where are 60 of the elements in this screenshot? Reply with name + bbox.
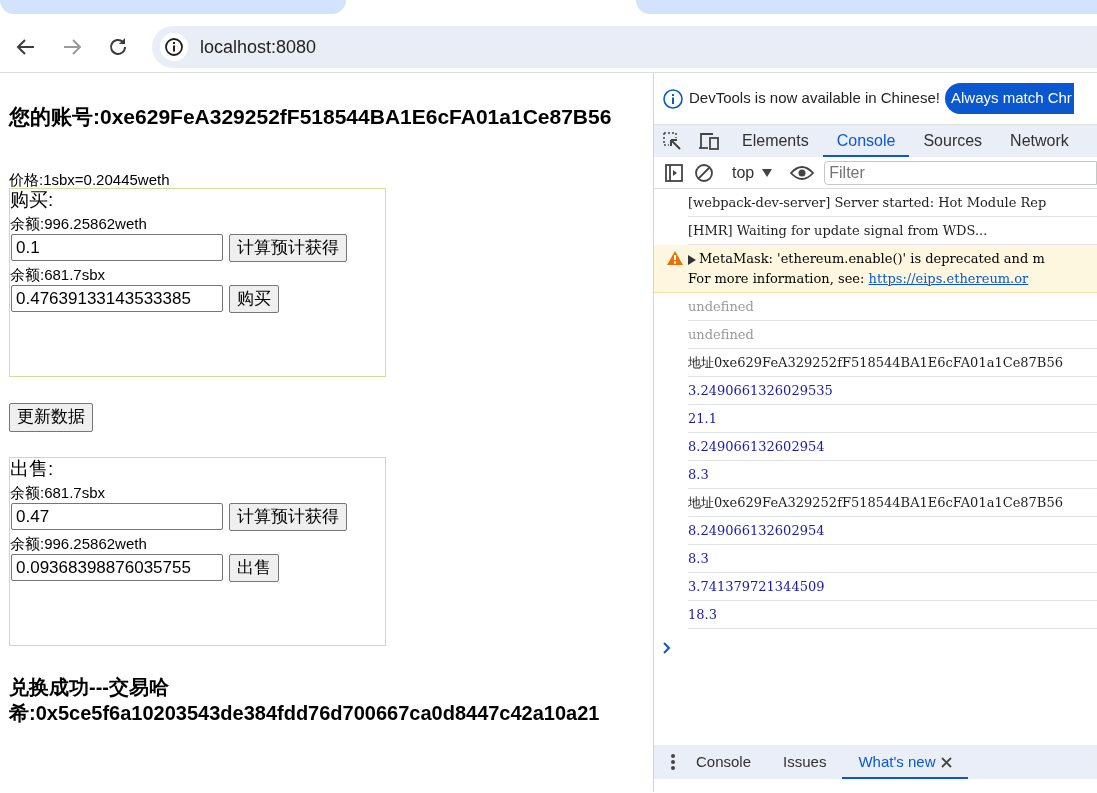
action-button[interactable]: 出售 — [229, 553, 279, 582]
console-message: 8.249066132602954 — [688, 517, 1097, 545]
balance-text: 余额:681.7sbx — [10, 265, 107, 283]
clear-icon[interactable] — [694, 162, 714, 183]
balance-text: 余额:996.25862weth — [10, 534, 148, 552]
action-button[interactable]: 购买 — [229, 284, 279, 313]
console-message: undefined — [688, 321, 1097, 349]
account-heading: 您的账号:0xe629FeA329252fF518544BA1E6cFA01a1Ce87B56 — [9, 104, 613, 130]
console-message: 18.3 — [688, 601, 1097, 629]
console-message: 8.3 — [688, 461, 1097, 489]
panel-tab[interactable]: Elements — [728, 125, 823, 157]
drawer-tab[interactable]: Issues — [767, 745, 843, 779]
prompt-icon[interactable] — [662, 641, 672, 654]
sidebar-icon[interactable] — [664, 162, 684, 183]
amount-field[interactable]: 0.1 — [11, 234, 223, 261]
amount-field[interactable]: 0.47 — [11, 503, 223, 530]
panel-tab[interactable]: Sources — [909, 125, 997, 157]
expand-icon[interactable] — [688, 254, 696, 265]
console-message: 地址0xe629FeA329252fF518544BA1E6cFA01a1Ce87B56 — [688, 489, 1097, 517]
more-icon[interactable] — [670, 753, 676, 771]
device-icon[interactable] — [698, 131, 720, 151]
console-message: 8.3 — [688, 545, 1097, 573]
action-button[interactable]: 计算预计获得 — [229, 233, 347, 262]
warning-icon — [667, 251, 683, 265]
balance-text: 余额:996.25862weth — [10, 214, 148, 232]
notice-text: DevTools is now available in Chinese! — [689, 88, 940, 109]
address-text: localhost:8080 — [200, 35, 317, 59]
caret-icon — [762, 168, 773, 177]
console-message: undefined — [688, 293, 1097, 321]
panel-tab[interactable]: Console — [822, 125, 910, 157]
console-message: 8.249066132602954 — [688, 433, 1097, 461]
language-button[interactable]: Always match Chr — [944, 83, 1074, 114]
close-icon[interactable] — [941, 756, 953, 768]
amount-field[interactable]: 0.09368398876035755 — [11, 554, 223, 581]
price-text: 价格:1sbx=0.20445weth — [9, 170, 171, 188]
panel-tab[interactable]: Network — [996, 125, 1083, 157]
inspect-icon[interactable] — [662, 131, 682, 151]
filter-field[interactable]: Filter — [824, 160, 1097, 185]
info-icon[interactable] — [164, 37, 184, 57]
amount-field[interactable]: 0.47639133143533385 — [11, 285, 223, 312]
panel-title: 出售: — [10, 457, 55, 480]
console-message: 21.1 — [688, 405, 1097, 433]
transaction-message: 兑换成功---交易哈希:0x5ce5f6a10203543de384fdd76d700667ca0d8447c42a10a21 — [9, 674, 601, 726]
console-message: 3.2490661326029535 — [688, 377, 1097, 405]
refresh-button[interactable]: 更新数据 — [9, 402, 93, 432]
drawer-tab[interactable]: Console — [680, 745, 768, 779]
eye-icon[interactable] — [790, 164, 815, 181]
console-message: 3.741379721344509 — [688, 573, 1097, 601]
balance-text: 余额:681.7sbx — [10, 483, 107, 501]
action-button[interactable]: 计算预计获得 — [229, 502, 347, 531]
panel-title: 购买: — [10, 188, 55, 211]
info-icon — [662, 87, 684, 110]
message-link[interactable]: https://eips.ethereum.or — [868, 270, 1029, 286]
context-dropdown[interactable]: top — [724, 158, 781, 187]
drawer-tab[interactable]: What's new — [842, 745, 969, 779]
console-message: 地址0xe629FeA329252fF518544BA1E6cFA01a1Ce87B56 — [688, 349, 1097, 377]
warning-text: For more information, see: — [688, 270, 866, 286]
console-message: [webpack-dev-server] Server started: Hot Module Rep — [688, 189, 1097, 217]
warning-text: MetaMask: 'ethereum.enable()' is deprecated and m — [699, 251, 1045, 266]
address-bar[interactable]: localhost:8080 — [152, 26, 1097, 68]
